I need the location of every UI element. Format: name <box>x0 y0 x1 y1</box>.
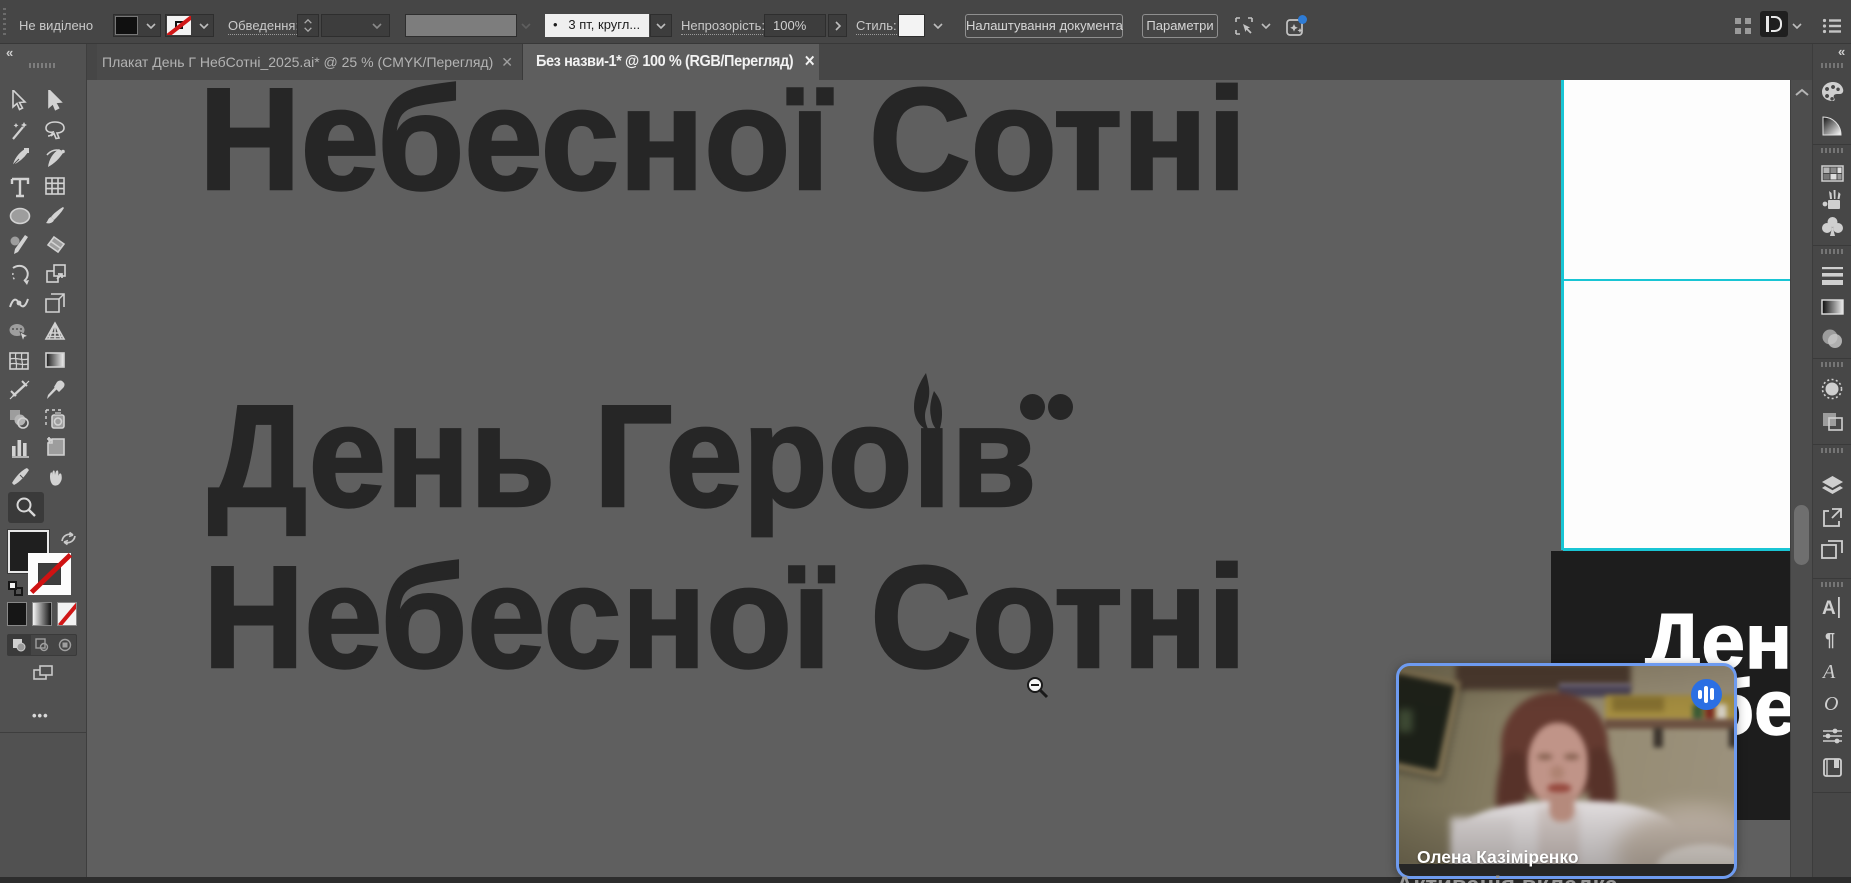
svg-text:O: O <box>1824 693 1838 715</box>
svg-text:A: A <box>1821 661 1836 683</box>
svg-text:A: A <box>1822 598 1836 619</box>
svg-text:¶: ¶ <box>1825 630 1835 650</box>
